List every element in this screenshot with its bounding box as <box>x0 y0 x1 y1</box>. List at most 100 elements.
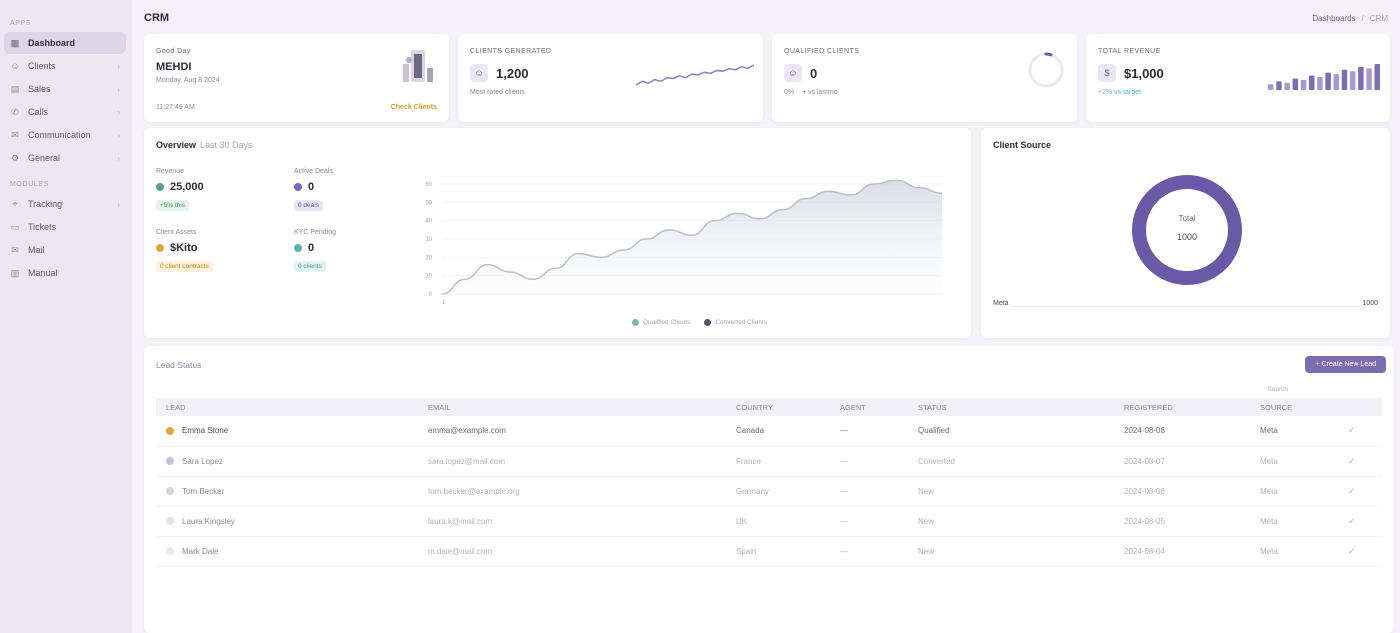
y-tick-label: 40 <box>425 219 432 225</box>
ticket-icon: ▭ <box>10 221 20 232</box>
column-header-country[interactable]: COUNTRY <box>726 398 830 416</box>
metric-value: 0 <box>308 181 315 193</box>
sidebar-apps-list: ▦ Dashboard ☺ Clients › ▤ Sales › ✆ Calls › ✉ Commun… <box>0 32 132 169</box>
users-icon: ☺ <box>10 61 20 71</box>
revenue-bar <box>1325 72 1331 90</box>
breadcrumb-current: CRM <box>1369 13 1388 23</box>
check-clients-link[interactable]: Check Clients <box>391 104 437 111</box>
cell-country: Germany <box>726 476 830 507</box>
column-header-status[interactable]: STATUS <box>908 398 1114 416</box>
column-header-lead[interactable]: LEAD <box>156 398 418 416</box>
breadcrumb-dashboards[interactable]: Dashboards <box>1312 14 1355 23</box>
revenue-bar <box>1333 74 1340 90</box>
cell-actions: ✓ <box>1338 536 1382 567</box>
metric-label: Revenue <box>156 168 185 175</box>
metric-value: $Kito <box>170 242 198 254</box>
search-link[interactable]: Search <box>1267 386 1288 393</box>
sidebar-item-tracking[interactable]: ⌖ Tracking › <box>4 193 126 215</box>
avatar <box>166 517 174 526</box>
metric-value: 25,000 <box>170 181 204 193</box>
sidebar-item-label: Tracking <box>28 199 63 209</box>
chat-icon: ✉ <box>11 129 19 140</box>
column-header-actions[interactable] <box>1338 398 1382 416</box>
cell-source: Meta <box>1250 446 1338 477</box>
breadcrumb-separator: / <box>1361 13 1364 23</box>
total-revenue-label: TOTAL REVENUE <box>1098 48 1161 55</box>
donut-segment-meta[interactable] <box>1132 175 1242 285</box>
table-row[interactable]: Laura Kingsley laura.k@mail.com UK — New 2024… <box>156 506 1382 537</box>
cell-source: Meta <box>1250 416 1338 447</box>
lead-name: Emma Stone <box>182 426 229 436</box>
legend-converted[interactable]: Converted Clients <box>704 319 767 326</box>
qualified-trend: + vs lastmo. <box>802 89 840 96</box>
metric-active-deals: Active Deals 0 0 deals <box>294 168 414 211</box>
legend-qualified[interactable]: Qualified Clients <box>632 319 690 326</box>
cell-email: m.dale@mail.com <box>418 536 726 567</box>
revenue-bar <box>1268 84 1274 90</box>
cell-actions: ✓ <box>1338 506 1382 537</box>
table-row[interactable]: Sara Lopez sara.lopez@mail.com France — Conv… <box>156 446 1382 477</box>
cell-registered: 2024-08-06 <box>1114 476 1250 507</box>
cell-status: New <box>908 506 1114 537</box>
client-source-donut <box>1132 175 1242 285</box>
sidebar-item-label: Calls <box>28 107 49 117</box>
sidebar-item-label: Dashboard <box>28 38 76 48</box>
sales-icon: ▤ <box>10 83 20 94</box>
cell-lead: Emma Stone <box>156 416 418 447</box>
table-row[interactable]: Emma Stone emma@example.com Canada — Qualifi… <box>156 416 1382 447</box>
sidebar-item-label: Mail <box>28 245 45 255</box>
sidebar-item-clients[interactable]: ☺ Clients › <box>4 55 126 77</box>
total-revenue-sub: +2% vs target <box>1098 89 1141 96</box>
check-icon[interactable]: ✓ <box>1348 486 1356 497</box>
sidebar-item-calls[interactable]: ✆ Calls › <box>4 101 126 123</box>
cell-source: Meta <box>1250 536 1338 567</box>
cell-registered: 2024-08-05 <box>1114 506 1250 537</box>
chevron-right-icon: › <box>117 61 120 71</box>
revenue-bar <box>1349 71 1356 90</box>
cell-registered: 2024-08-04 <box>1114 536 1250 567</box>
check-icon[interactable]: ✓ <box>1348 546 1356 557</box>
sidebar-item-sales[interactable]: ▤ Sales › <box>4 78 126 100</box>
cell-agent: — <box>830 506 908 537</box>
column-header-email[interactable]: EMAIL <box>418 398 726 416</box>
check-icon[interactable]: ✓ <box>1348 425 1356 436</box>
chevron-right-icon: › <box>117 84 120 94</box>
metric-dot-icon <box>294 244 302 252</box>
sidebar-item-mail[interactable]: ✉ Mail <box>4 239 126 261</box>
cell-email: emma@example.com <box>418 416 726 447</box>
revenue-bar <box>1308 75 1315 90</box>
client-source-title: Client Source <box>993 140 1052 150</box>
source-divider <box>1011 306 1360 307</box>
metric-badge: 0 clients <box>294 261 326 272</box>
y-tick-label: 30 <box>425 237 432 243</box>
qualified-clients-value: 0 <box>810 65 818 81</box>
sidebar-item-general[interactable]: ⚙ General › <box>4 147 126 169</box>
table-row[interactable]: Tom Becker tom.becker@example.org Germany —… <box>156 476 1382 507</box>
metric-dot-icon <box>294 183 302 191</box>
metric-label: Client Assets <box>156 229 197 236</box>
donut-center-label: Total <box>1178 214 1196 223</box>
table-row[interactable]: Mark Dale m.dale@mail.com Spain — New 2024-08… <box>156 536 1382 567</box>
check-icon[interactable]: ✓ <box>1348 516 1356 527</box>
column-header-agent[interactable]: AGENT <box>830 398 908 416</box>
y-tick-label: 10 <box>425 274 432 280</box>
sidebar-item-dashboard[interactable]: ▦ Dashboard <box>4 32 126 54</box>
source-meta-value: 1000 <box>1362 300 1378 307</box>
phone-icon: ✆ <box>11 106 19 117</box>
check-icon[interactable]: ✓ <box>1348 456 1356 467</box>
avatar <box>166 457 174 466</box>
avatar <box>166 547 174 556</box>
main-content: CRM Dashboards / CRM Good Day MEHDI Mond… <box>132 0 1400 633</box>
chevron-right-icon: › <box>117 107 120 117</box>
create-lead-button[interactable]: + Create New Lead <box>1305 356 1386 373</box>
column-header-source[interactable]: SOURCE <box>1250 398 1338 416</box>
sidebar-item-tickets[interactable]: ▭ Tickets <box>4 216 126 238</box>
sidebar-item-manual[interactable]: ▥ Manual <box>4 262 126 284</box>
sidebar-item-communication[interactable]: ✉ Communication › <box>4 124 126 146</box>
sidebar-section-apps: APPS <box>10 20 32 27</box>
sidebar-modules-list: ⌖ Tracking › ▭ Tickets ✉ Mail ▥ Manual <box>0 193 132 284</box>
current-date: Monday, Aug 8 2024 <box>156 77 220 84</box>
column-header-registered[interactable]: REGISTERED <box>1114 398 1250 416</box>
y-tick-label: 50 <box>425 200 432 206</box>
total-revenue-card: TOTAL REVENUE $ $1,000 +2% vs target <box>1086 34 1390 122</box>
